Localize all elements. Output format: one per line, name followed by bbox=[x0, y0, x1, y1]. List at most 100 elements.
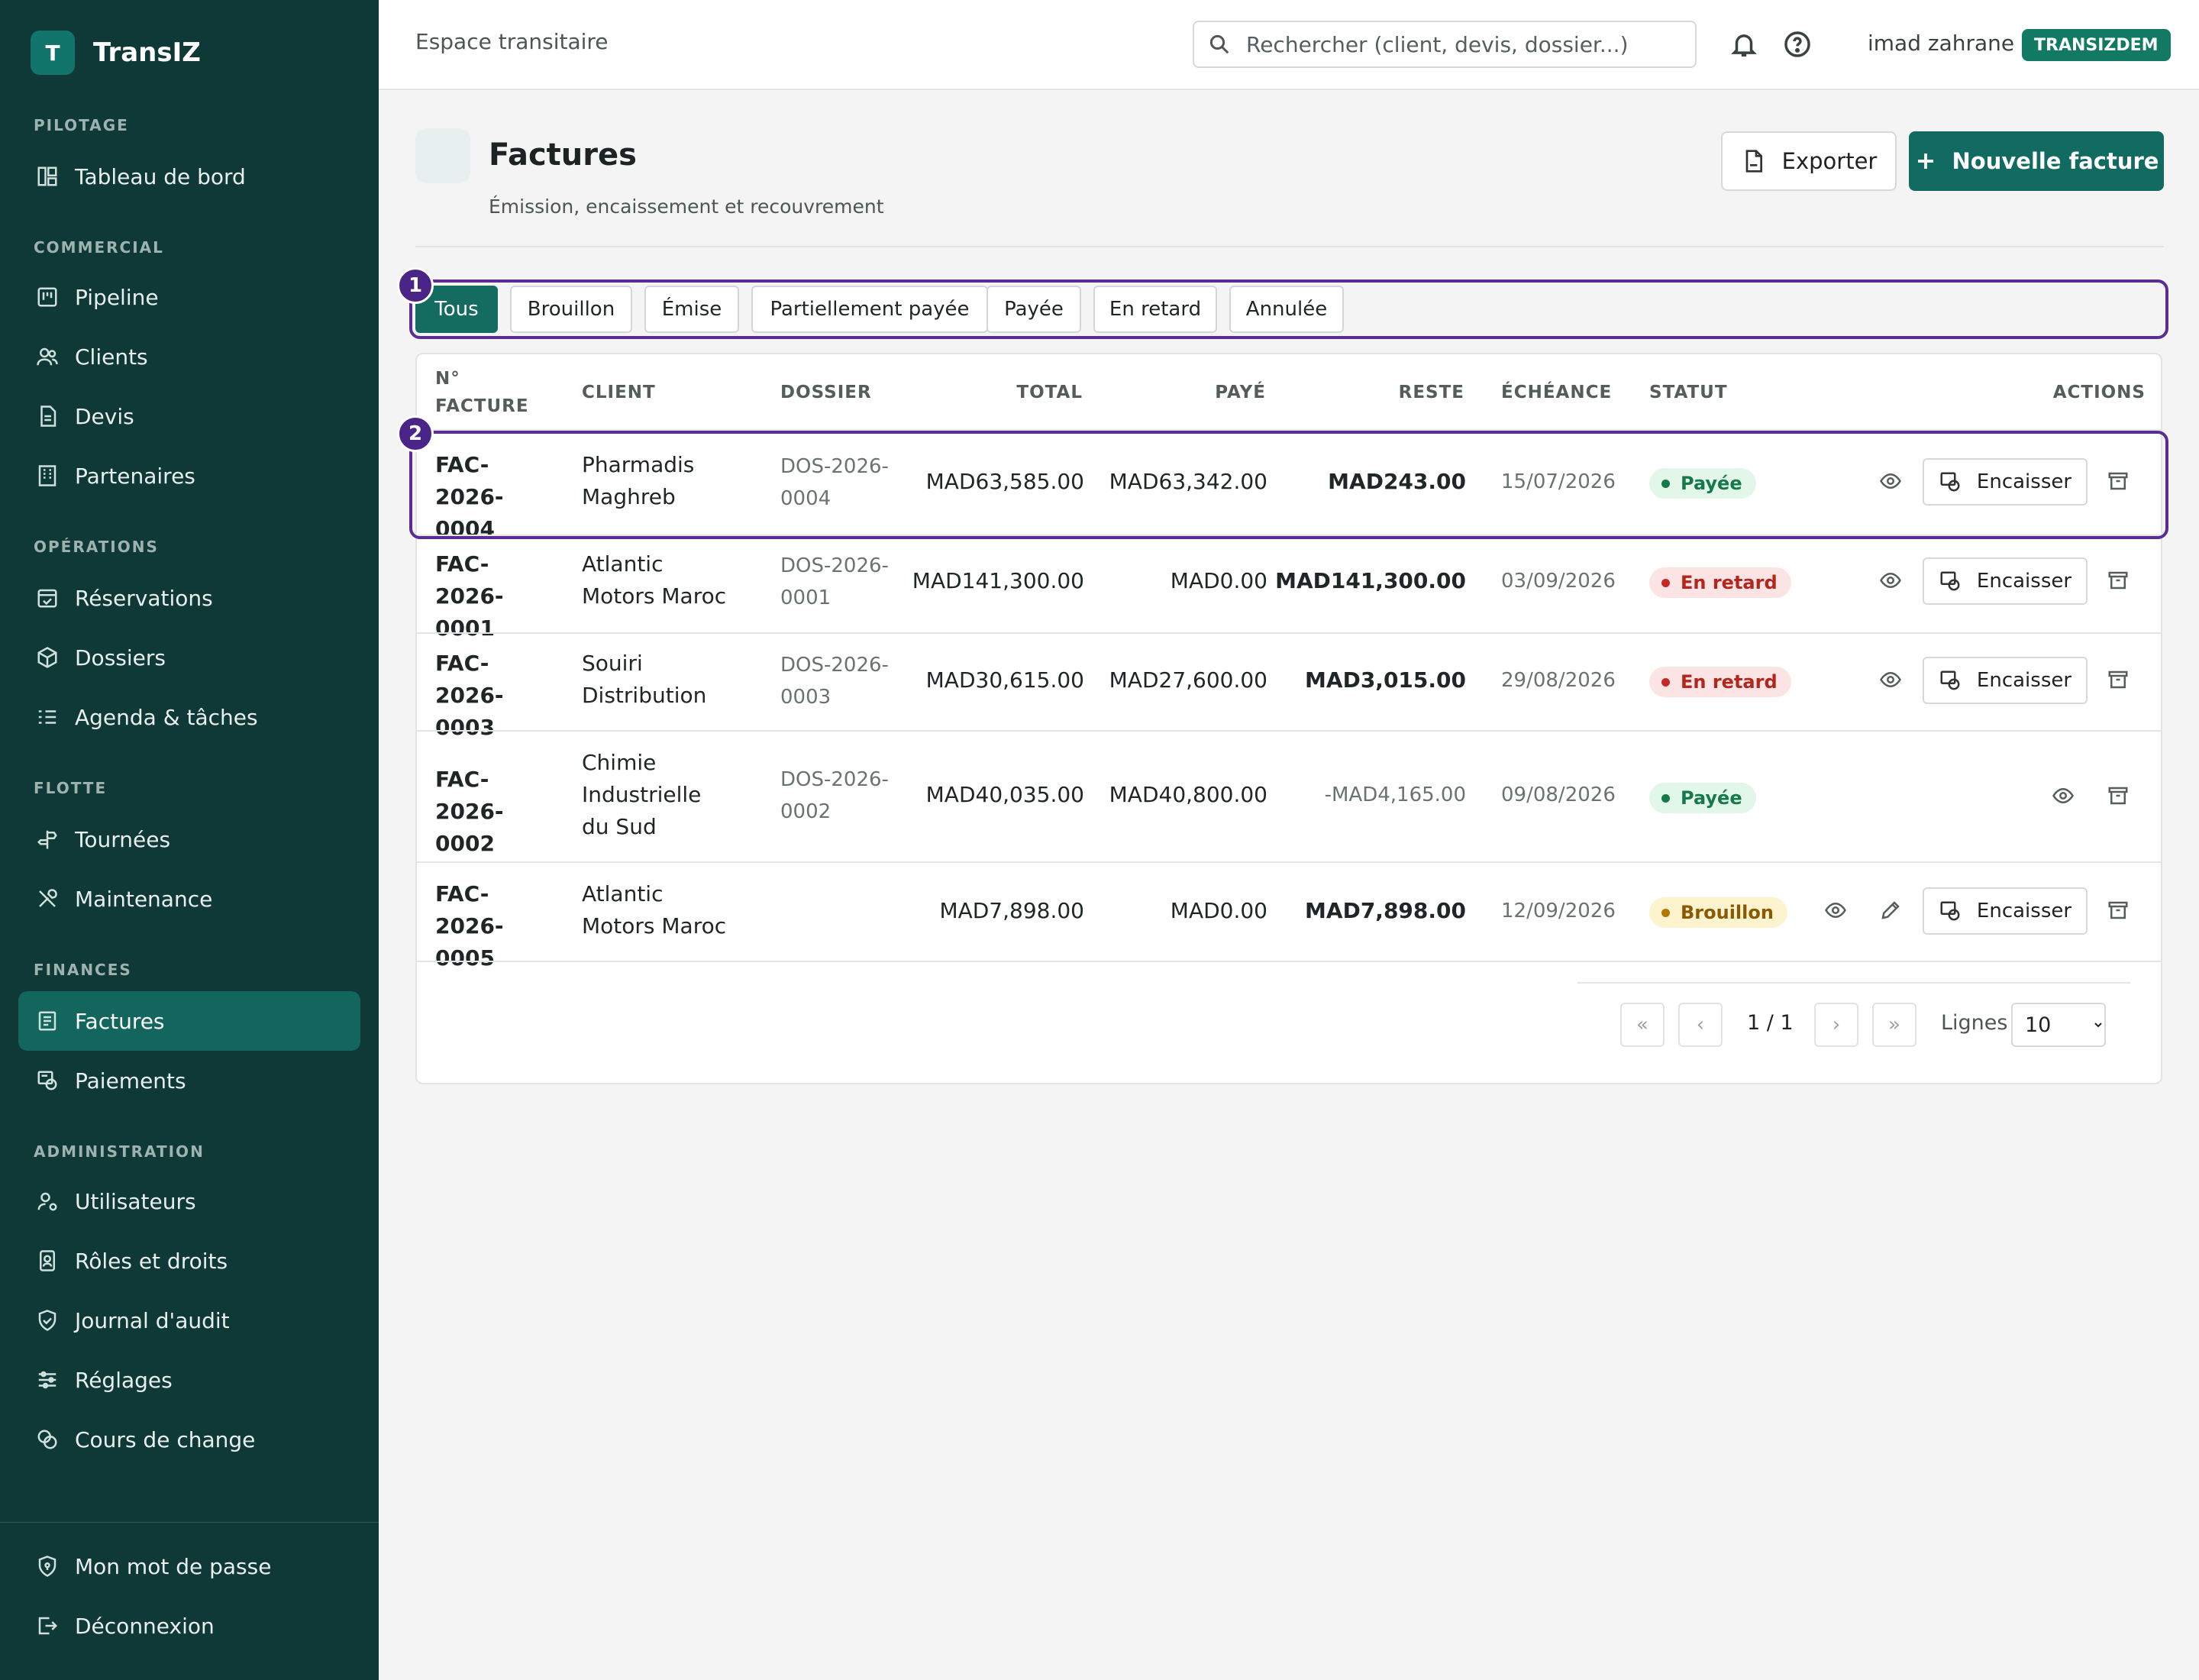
search-input[interactable] bbox=[1246, 31, 1674, 57]
view-icon[interactable] bbox=[1874, 663, 1907, 696]
sidebar-item-label: Cours de change bbox=[75, 1426, 256, 1452]
sidebar-item-deconnexion[interactable]: Déconnexion bbox=[18, 1596, 360, 1656]
brand[interactable]: T TransIZ bbox=[31, 31, 201, 75]
sidebar-item-label: Clients bbox=[75, 344, 148, 370]
invoice-number[interactable]: FAC-2026-0002 bbox=[435, 764, 550, 860]
column-header-reste: RESTE bbox=[1398, 383, 1464, 402]
sidebar-item-tournees[interactable]: Tournées bbox=[18, 809, 360, 869]
export-label: Exporter bbox=[1781, 148, 1878, 174]
page-icon bbox=[415, 128, 470, 183]
encaisser-button[interactable]: Encaisser bbox=[1923, 657, 2088, 704]
sidebar-item-clients[interactable]: Clients bbox=[18, 327, 360, 386]
sidebar-item-dossiers[interactable]: Dossiers bbox=[18, 628, 360, 687]
section-administration: ADMINISTRATION bbox=[34, 1142, 205, 1161]
header-divider bbox=[415, 246, 2164, 247]
page-info: 1 / 1 bbox=[1747, 1011, 1794, 1035]
encaisser-label: Encaisser bbox=[1976, 669, 2072, 692]
invoice-client: Chimie Industrielle du Sud bbox=[582, 750, 702, 839]
dashboard-icon bbox=[35, 164, 60, 189]
invoice-client: Atlantic Motors Maroc bbox=[582, 881, 727, 939]
status-dot bbox=[1661, 578, 1670, 587]
status-label: En retard bbox=[1681, 572, 1778, 593]
first-page-button[interactable]: « bbox=[1620, 1003, 1665, 1047]
status-badge: Payée bbox=[1649, 783, 1756, 813]
sidebar-item-cours-de-change[interactable]: Cours de change bbox=[18, 1410, 360, 1469]
sidebar-divider bbox=[0, 1522, 379, 1523]
sidebar-item-factures[interactable]: Factures bbox=[18, 991, 360, 1051]
sidebar-item-journal[interactable]: Journal d'audit bbox=[18, 1291, 360, 1350]
help-icon[interactable] bbox=[1781, 27, 1814, 61]
filter-tab-en-retard[interactable]: En retard bbox=[1093, 286, 1217, 333]
column-header-numero: N° FACTURE bbox=[435, 369, 529, 416]
encaisser-button[interactable]: Encaisser bbox=[1923, 557, 2088, 605]
sidebar-item-devis[interactable]: Devis bbox=[18, 386, 360, 446]
sidebar-item-mot-de-passe[interactable]: Mon mot de passe bbox=[18, 1536, 360, 1596]
filter-tab-brouillon[interactable]: Brouillon bbox=[510, 286, 632, 333]
sidebar-item-label: Devis bbox=[75, 403, 134, 429]
sidebar-item-partenaires[interactable]: Partenaires bbox=[18, 446, 360, 506]
invoice-client: Atlantic Motors Maroc bbox=[582, 551, 727, 609]
sliders-icon bbox=[35, 1368, 60, 1392]
prev-page-button[interactable]: ‹ bbox=[1678, 1003, 1723, 1047]
archive-icon[interactable] bbox=[2101, 564, 2135, 597]
sidebar-item-tableau-de-bord[interactable]: Tableau de bord bbox=[18, 147, 360, 206]
export-button[interactable]: Exporter bbox=[1721, 131, 1897, 191]
sidebar-item-maintenance[interactable]: Maintenance bbox=[18, 869, 360, 929]
org-badge: TRANSIZDEM bbox=[2022, 29, 2171, 61]
next-page-button[interactable]: › bbox=[1814, 1003, 1858, 1047]
last-page-button[interactable]: » bbox=[1872, 1003, 1916, 1047]
column-header-client: CLIENT bbox=[582, 383, 656, 402]
status-badge: Brouillon bbox=[1649, 897, 1787, 928]
encaisser-button[interactable]: Encaisser bbox=[1923, 887, 2088, 935]
archive-icon[interactable] bbox=[2101, 663, 2135, 696]
sidebar-item-pipeline[interactable]: Pipeline bbox=[18, 267, 360, 327]
filter-tab-partiellement-payee[interactable]: Partiellement payée bbox=[751, 286, 988, 333]
view-icon[interactable] bbox=[1819, 893, 1852, 927]
sidebar-item-paiements[interactable]: Paiements bbox=[18, 1051, 360, 1110]
view-icon[interactable] bbox=[2046, 779, 2080, 813]
shield-check-icon bbox=[35, 1308, 60, 1333]
new-invoice-label: Nouvelle facture bbox=[1952, 148, 2159, 174]
filter-tab-emise[interactable]: Émise bbox=[644, 286, 739, 333]
sidebar-item-reservations[interactable]: Réservations bbox=[18, 568, 360, 628]
sidebar-item-label: Journal d'audit bbox=[75, 1307, 230, 1333]
package-icon bbox=[35, 645, 60, 670]
invoice-remaining: MAD141,300.00 bbox=[1275, 568, 1466, 593]
invoice-number[interactable]: FAC-2026-0001 bbox=[435, 548, 550, 645]
search-box[interactable] bbox=[1193, 21, 1697, 68]
status-dot bbox=[1661, 908, 1670, 917]
filter-tab-annulee[interactable]: Annulée bbox=[1229, 286, 1344, 333]
edit-icon[interactable] bbox=[1874, 893, 1907, 927]
row-divider bbox=[417, 632, 2161, 634]
sidebar-item-label: Pipeline bbox=[75, 284, 159, 310]
topbar: Espace transitaire imad zahrane TRANSIZD… bbox=[379, 0, 2199, 90]
sidebar-item-label: Factures bbox=[75, 1008, 165, 1034]
invoice-remaining: -MAD4,165.00 bbox=[1324, 783, 1466, 806]
sidebar-item-label: Partenaires bbox=[75, 463, 195, 489]
sidebar-item-label: Rôles et droits bbox=[75, 1248, 228, 1274]
sidebar-item-label: Paiements bbox=[75, 1068, 186, 1094]
users-icon bbox=[35, 344, 60, 369]
sidebar-item-reglages[interactable]: Réglages bbox=[18, 1350, 360, 1410]
filter-tab-payee[interactable]: Payée bbox=[986, 286, 1081, 333]
list-checks-icon bbox=[35, 705, 60, 729]
cash-icon bbox=[1940, 571, 1960, 591]
sidebar-item-label: Agenda & tâches bbox=[75, 704, 258, 730]
kanban-icon bbox=[35, 285, 60, 309]
sidebar-item-utilisateurs[interactable]: Utilisateurs bbox=[18, 1171, 360, 1231]
archive-icon[interactable] bbox=[2101, 779, 2135, 813]
sidebar-item-agenda[interactable]: Agenda & tâches bbox=[18, 687, 360, 747]
bell-icon[interactable] bbox=[1727, 27, 1761, 61]
invoice-icon bbox=[35, 1009, 60, 1033]
coins-icon bbox=[35, 1427, 60, 1452]
search-icon bbox=[1209, 34, 1229, 54]
archive-icon[interactable] bbox=[2101, 893, 2135, 927]
sidebar-item-roles[interactable]: Rôles et droits bbox=[18, 1231, 360, 1291]
rows-per-page-select[interactable]: 10 bbox=[2011, 1003, 2106, 1047]
payment-icon bbox=[35, 1068, 60, 1093]
row-divider bbox=[417, 961, 2161, 962]
invoice-client: Souiri Distribution bbox=[582, 651, 707, 708]
user-name[interactable]: imad zahrane bbox=[1868, 31, 2014, 56]
view-icon[interactable] bbox=[1874, 564, 1907, 597]
new-invoice-button[interactable]: Nouvelle facture bbox=[1909, 131, 2164, 191]
